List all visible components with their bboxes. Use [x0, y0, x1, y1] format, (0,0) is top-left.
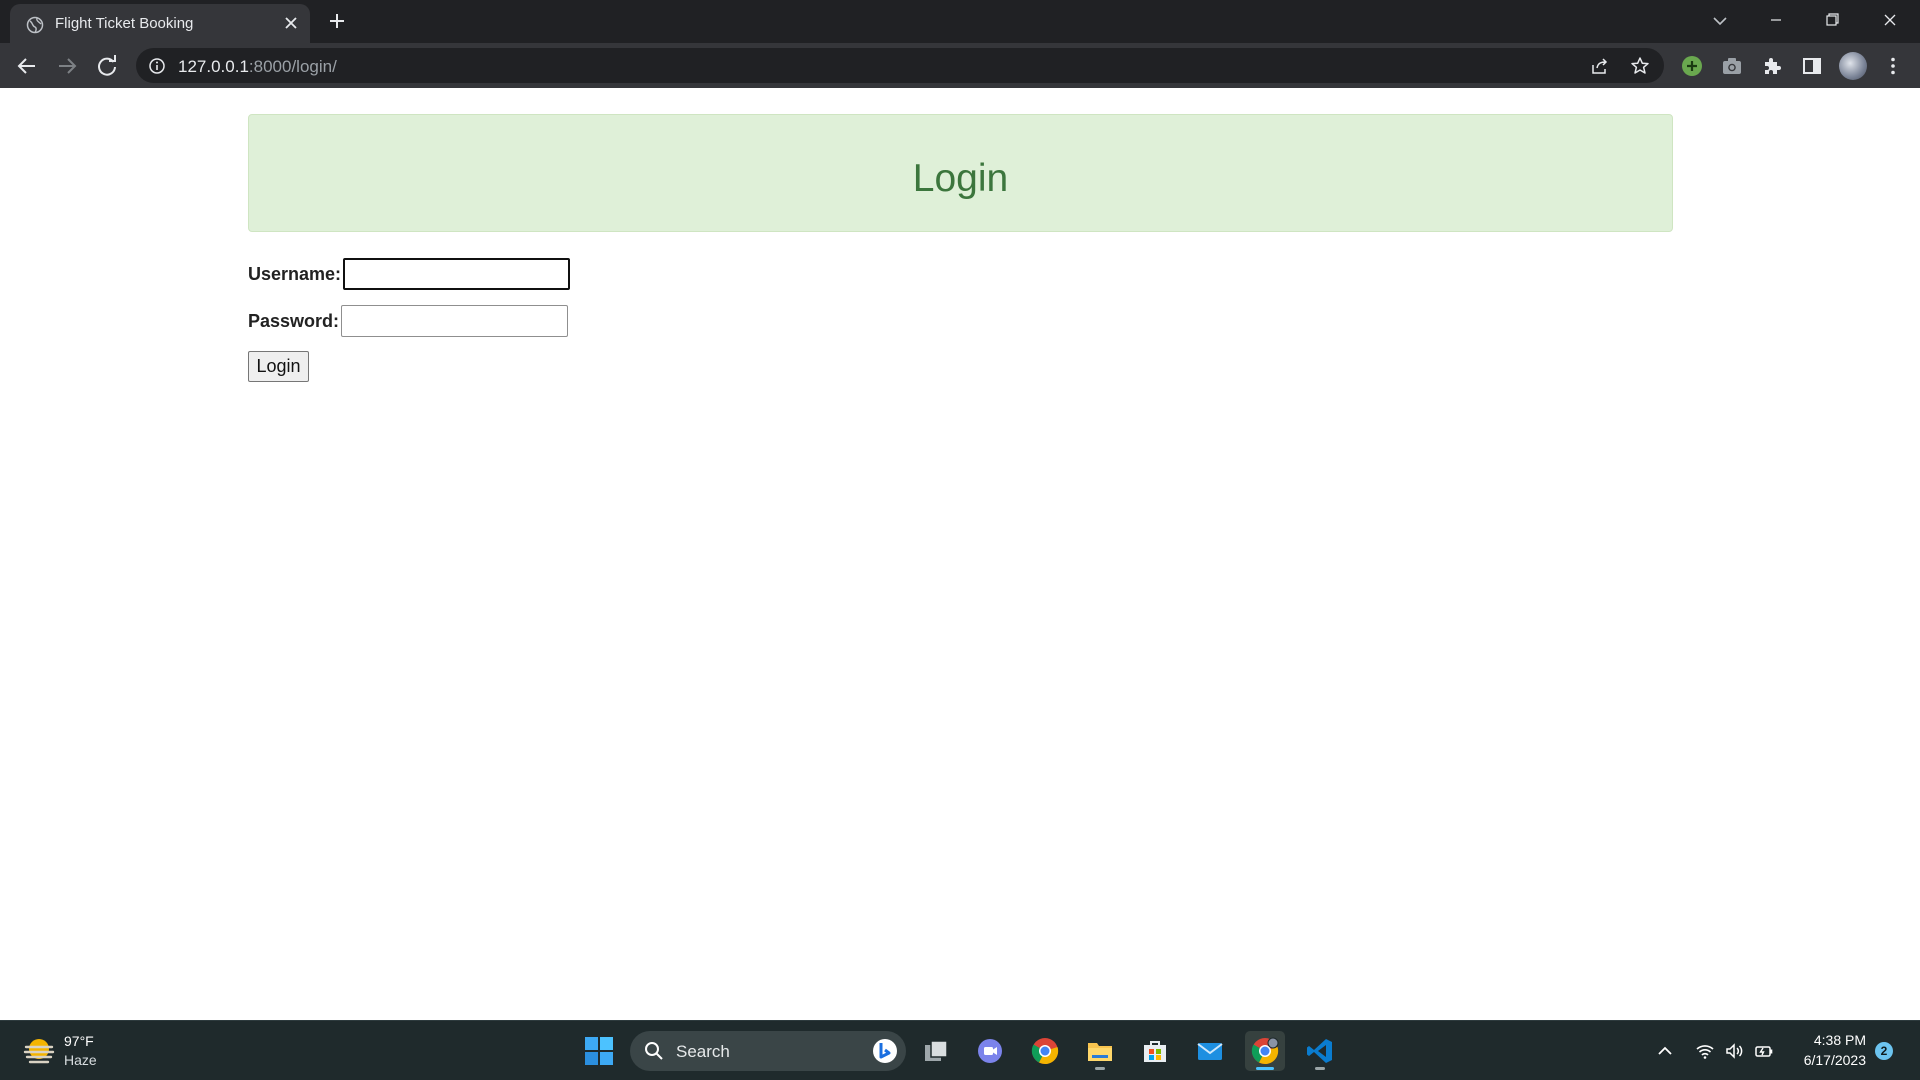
reload-icon[interactable]: [91, 50, 123, 82]
globe-icon: [26, 16, 44, 34]
side-panel-icon[interactable]: [1801, 55, 1823, 77]
taskbar-task-view[interactable]: [916, 1031, 956, 1071]
taskbar-mail[interactable]: [1190, 1031, 1230, 1071]
login-banner: Login: [248, 114, 1673, 232]
task-view-icon: [925, 1040, 948, 1061]
bookmark-star-icon[interactable]: [1630, 56, 1650, 76]
notification-badge[interactable]: 2: [1875, 1042, 1893, 1060]
url-host: 127.0.0.1: [178, 57, 249, 76]
new-tab-plus-icon[interactable]: [325, 9, 349, 33]
tab-title: Flight Ticket Booking: [55, 15, 194, 32]
taskbar-store[interactable]: [1135, 1031, 1175, 1071]
weather-haze-icon[interactable]: [22, 1034, 56, 1068]
forward-arrow-icon[interactable]: [51, 50, 83, 82]
green-extension-icon[interactable]: [1681, 55, 1703, 77]
username-label: Username:: [248, 264, 342, 284]
taskbar-teams[interactable]: [970, 1031, 1010, 1071]
info-icon[interactable]: [148, 57, 166, 75]
browser-toolbar: 127.0.0.1:8000/login/: [0, 43, 1920, 88]
address-bar[interactable]: 127.0.0.1:8000/login/: [136, 48, 1664, 83]
taskbar-chrome[interactable]: [1025, 1031, 1065, 1071]
wifi-icon[interactable]: [1695, 1041, 1715, 1061]
battery-charging-icon[interactable]: [1754, 1041, 1774, 1061]
chrome-profile-icon: [1251, 1037, 1279, 1065]
clock-date[interactable]: 6/17/2023: [1790, 1052, 1866, 1068]
running-indicator: [1315, 1067, 1325, 1070]
browser-tab-strip: Flight Ticket Booking: [0, 0, 1920, 43]
share-icon[interactable]: [1590, 56, 1610, 76]
window-close-icon[interactable]: [1862, 0, 1918, 40]
camera-icon[interactable]: [1721, 55, 1743, 77]
teams-chat-icon: [978, 1039, 1002, 1063]
chevron-up-icon[interactable]: [1655, 1041, 1675, 1061]
page-title: Login: [912, 157, 1009, 200]
windows-start-icon[interactable]: [584, 1036, 614, 1066]
file-explorer-icon: [1088, 1043, 1112, 1061]
clock-time[interactable]: 4:38 PM: [1790, 1032, 1866, 1048]
minimize-icon[interactable]: [1748, 0, 1804, 40]
extensions-puzzle-icon[interactable]: [1761, 55, 1783, 77]
url-path: :8000/login/: [248, 57, 337, 76]
login-button[interactable]: Login: [248, 351, 309, 382]
windows-taskbar: 97°F Haze Search 4:38 PM 6/17/2023 2: [0, 1020, 1920, 1080]
username-field[interactable]: [343, 258, 570, 290]
tab-flight-ticket-booking[interactable]: Flight Ticket Booking: [10, 4, 310, 43]
store-icon: [1144, 1041, 1166, 1062]
search-icon: [645, 1042, 663, 1060]
close-icon[interactable]: [280, 12, 302, 34]
mail-icon: [1197, 1043, 1223, 1060]
chrome-icon: [1031, 1038, 1059, 1065]
vscode-icon: [1307, 1039, 1332, 1063]
back-arrow-icon[interactable]: [11, 50, 43, 82]
running-indicator: [1095, 1067, 1105, 1070]
taskbar-vscode[interactable]: [1300, 1031, 1340, 1071]
password-field[interactable]: [341, 305, 568, 337]
volume-icon[interactable]: [1724, 1041, 1744, 1061]
restore-icon[interactable]: [1804, 0, 1860, 40]
more-options-icon[interactable]: [1882, 55, 1904, 77]
weather-condition: Haze: [64, 1052, 97, 1068]
url-text: 127.0.0.1:8000/login/: [178, 57, 337, 77]
page-content: Login Username: Password: Login: [0, 88, 1920, 1020]
taskbar-file-explorer[interactable]: [1080, 1031, 1120, 1071]
weather-temperature: 97°F: [64, 1033, 94, 1049]
bing-icon[interactable]: [872, 1038, 898, 1064]
password-label: Password:: [248, 311, 340, 331]
chevron-down-icon[interactable]: [1708, 9, 1732, 33]
taskbar-chrome-active[interactable]: [1245, 1031, 1285, 1071]
active-indicator: [1256, 1067, 1274, 1070]
search-placeholder: Search: [676, 1042, 730, 1061]
taskbar-search[interactable]: Search: [630, 1031, 906, 1071]
profile-avatar[interactable]: [1839, 52, 1867, 80]
